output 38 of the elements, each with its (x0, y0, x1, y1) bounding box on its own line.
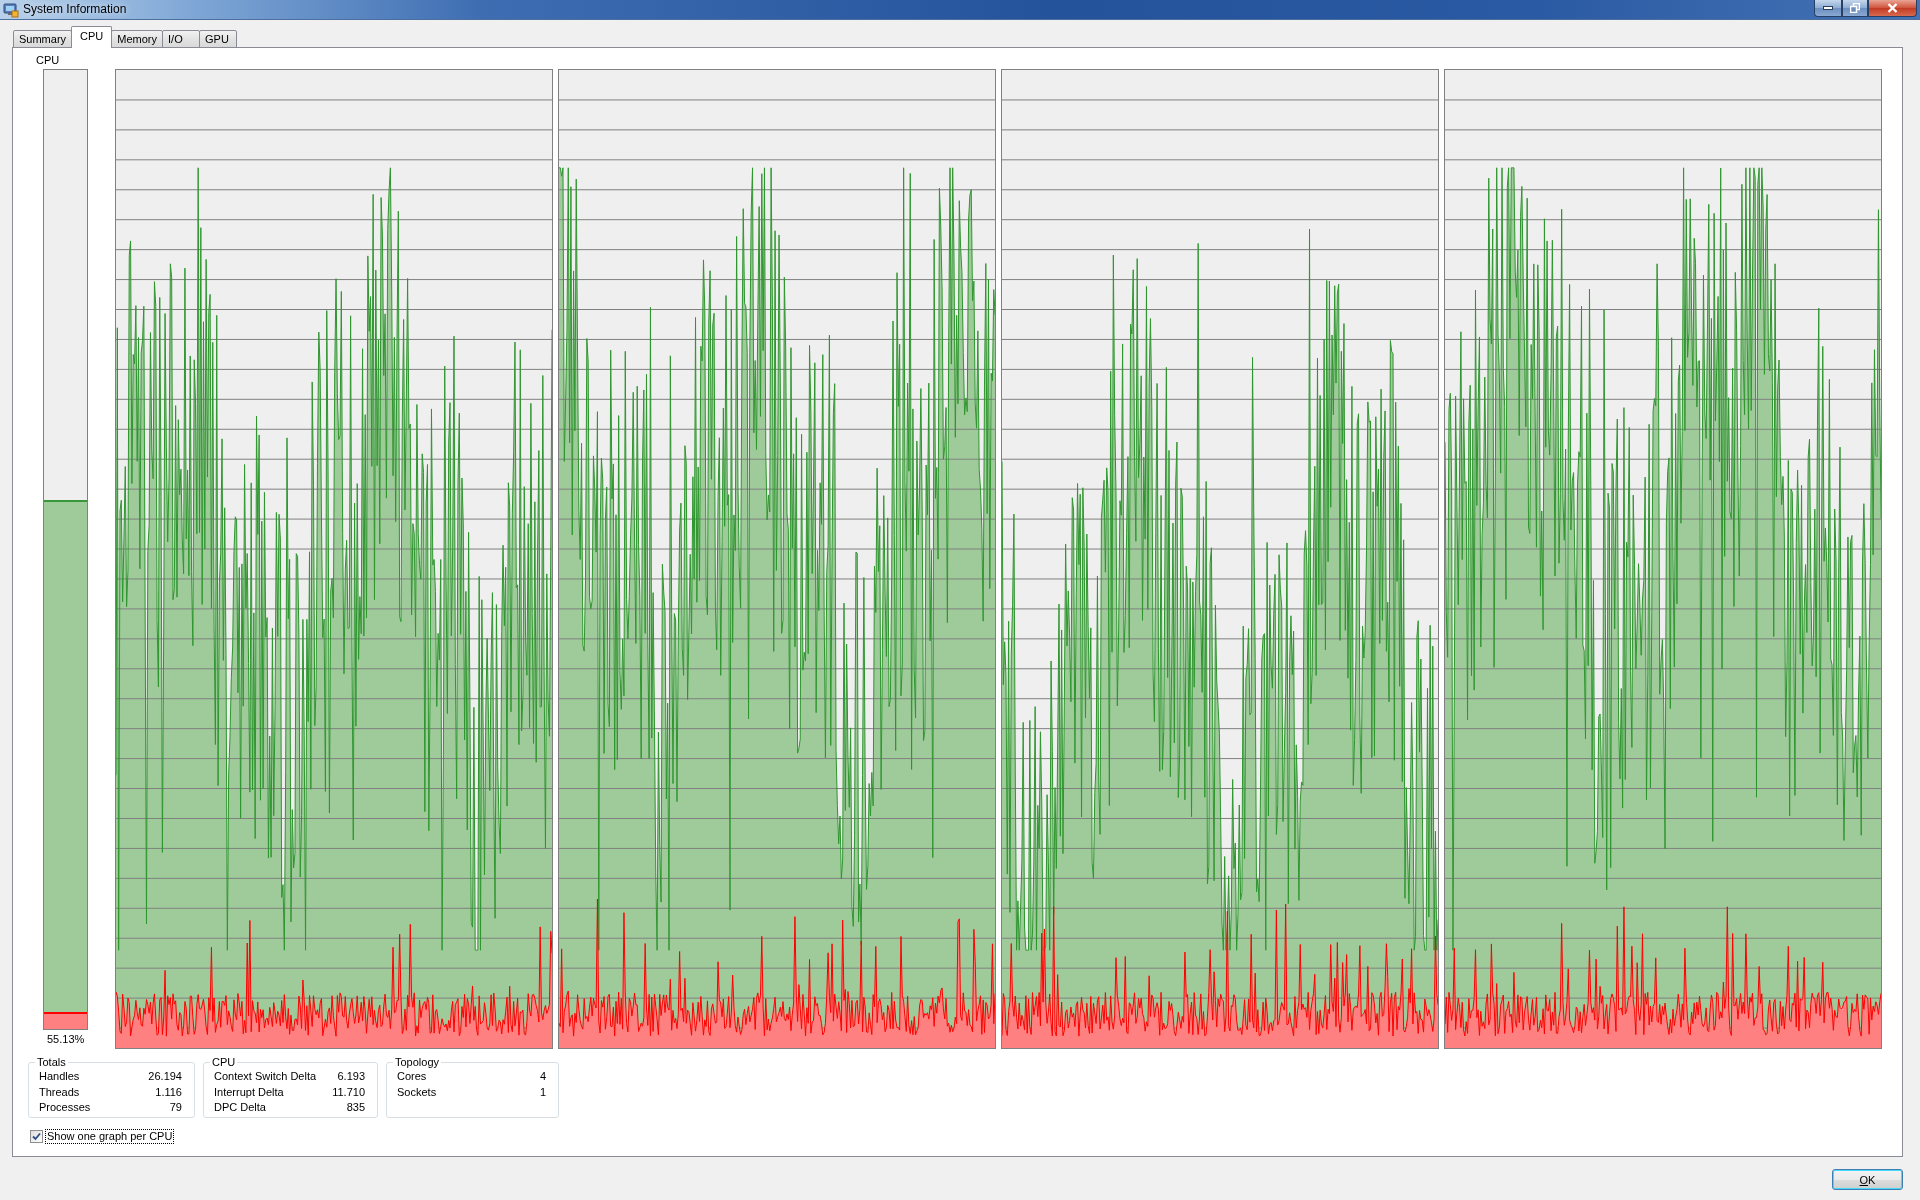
tab[interactable]: I/O (162, 30, 201, 48)
tab[interactable]: Memory (111, 30, 164, 48)
stat-value: 1 (539, 1084, 546, 1100)
stat-value: 1.116 (154, 1084, 182, 1100)
group-title: Totals (36, 1055, 67, 1069)
stat-label: Processes (39, 1100, 92, 1115)
group-title: Topology (394, 1055, 441, 1069)
checkbox[interactable] (30, 1129, 43, 1143)
restore-icon (1850, 3, 1860, 13)
tab[interactable]: GPU (199, 30, 238, 48)
stat-value: 835 (345, 1100, 365, 1115)
stat-label: Cores (397, 1069, 428, 1084)
restore-button[interactable] (1842, 0, 1868, 17)
stat-label: Sockets (397, 1084, 438, 1100)
stat-label: Handles (39, 1069, 81, 1084)
minimize-icon (1823, 6, 1833, 10)
stat-value: 11.710 (332, 1084, 365, 1100)
checkbox-label[interactable]: Show one graph per CPU (45, 1128, 175, 1144)
window-title: System Information (23, 1, 127, 18)
stat-value: 4 (539, 1069, 546, 1084)
minimize-button[interactable] (1814, 0, 1842, 17)
stat-label: Interrupt Delta (214, 1084, 285, 1100)
tab[interactable]: CPU (71, 26, 113, 48)
meter-label: CPU (36, 53, 60, 67)
tab[interactable]: Summary (13, 30, 73, 48)
stat-value: 26.194 (148, 1069, 182, 1084)
ok-button[interactable]: OK (1832, 1169, 1903, 1190)
stat-value: 6.193 (336, 1069, 365, 1084)
stat-label: Threads (39, 1084, 81, 1100)
tick-icon (32, 1131, 41, 1141)
meter-reading: 55.13% (47, 1032, 85, 1047)
monitor-icon (3, 2, 19, 18)
stat-label: DPC Delta (214, 1100, 267, 1115)
close-icon (1887, 3, 1898, 13)
stat-label: Context Switch Delta (214, 1069, 318, 1084)
close-button[interactable] (1868, 0, 1917, 17)
stat-value: 79 (168, 1100, 182, 1115)
group-title: CPU (211, 1055, 237, 1069)
